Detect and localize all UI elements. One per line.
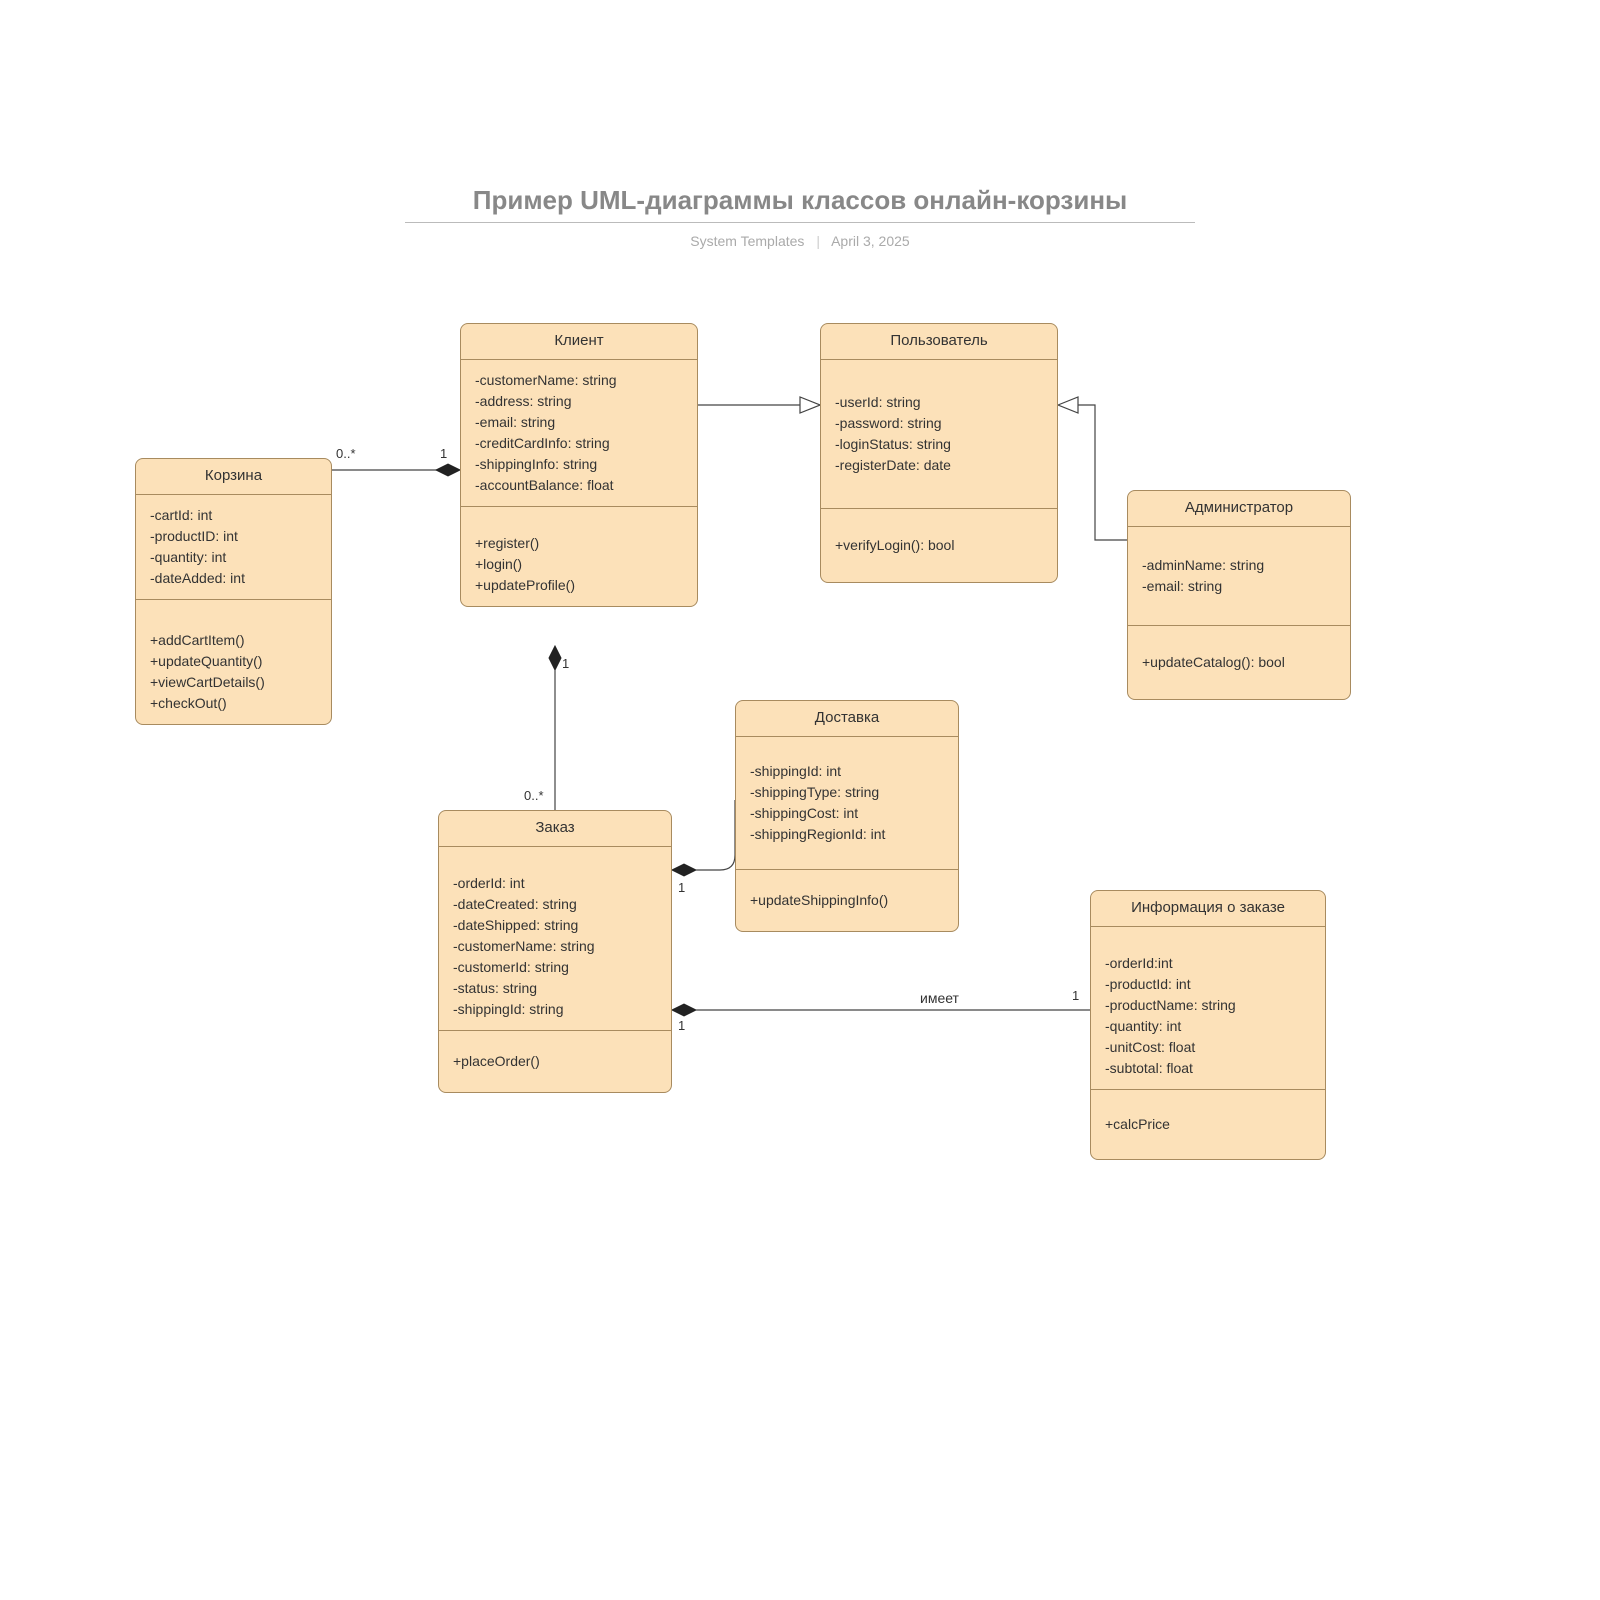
class-order: Заказ -orderId: int -dateCreated: string…	[438, 810, 672, 1093]
class-customer-name: Клиент	[461, 324, 697, 360]
class-order-name: Заказ	[439, 811, 671, 847]
class-customer: Клиент -customerName: string -address: s…	[460, 323, 698, 607]
mult-customer-order-bottom: 0..*	[524, 788, 544, 803]
class-user-attrs: -userId: string -password: string -login…	[821, 360, 1057, 509]
class-orderinfo-name: Информация о заказе	[1091, 891, 1325, 927]
mult-order-info-info: 1	[1072, 988, 1079, 1003]
mult-order-info-order: 1	[678, 1018, 685, 1033]
subtitle-date: April 3, 2025	[831, 233, 910, 249]
class-cart-ops: +addCartItem() +updateQuantity() +viewCa…	[136, 600, 331, 724]
class-orderinfo-ops: +calcPrice	[1091, 1090, 1325, 1159]
class-shipping: Доставка -shippingId: int -shippingType:…	[735, 700, 959, 932]
mult-customer-order-top: 1	[562, 656, 569, 671]
subtitle-separator: |	[816, 233, 820, 249]
class-orderinfo-attrs: -orderId:int -productId: int -productNam…	[1091, 927, 1325, 1090]
subtitle-author: System Templates	[690, 233, 804, 249]
class-order-attrs: -orderId: int -dateCreated: string -date…	[439, 847, 671, 1031]
class-user-ops: +verifyLogin(): bool	[821, 509, 1057, 582]
class-shipping-name: Доставка	[736, 701, 958, 737]
class-orderinfo: Информация о заказе -orderId:int -produc…	[1090, 890, 1326, 1160]
mult-customer-side: 1	[440, 446, 447, 461]
class-shipping-attrs: -shippingId: int -shippingType: string -…	[736, 737, 958, 870]
class-cart-attrs: -cartId: int -productID: int -quantity: …	[136, 495, 331, 600]
class-admin-ops: +updateCatalog(): bool	[1128, 626, 1350, 699]
edge-label-has: имеет	[920, 990, 959, 1006]
diagram-title: Пример UML-диаграммы классов онлайн-корз…	[0, 185, 1600, 222]
class-order-ops: +placeOrder()	[439, 1031, 671, 1092]
class-customer-attrs: -customerName: string -address: string -…	[461, 360, 697, 507]
class-customer-ops: +register() +login() +updateProfile()	[461, 507, 697, 606]
class-user: Пользователь -userId: string -password: …	[820, 323, 1058, 583]
class-admin: Администратор -adminName: string -email:…	[1127, 490, 1351, 700]
class-cart-name: Корзина	[136, 459, 331, 495]
class-admin-attrs: -adminName: string -email: string	[1128, 527, 1350, 626]
class-admin-name: Администратор	[1128, 491, 1350, 527]
mult-cart-side: 0..*	[336, 446, 356, 461]
mult-order-shipping-order: 1	[678, 880, 685, 895]
diagram-subtitle: System Templates | April 3, 2025	[0, 233, 1600, 249]
class-shipping-ops: +updateShippingInfo()	[736, 870, 958, 931]
diagram-header: Пример UML-диаграммы классов онлайн-корз…	[0, 185, 1600, 249]
title-underline	[405, 222, 1195, 223]
class-cart: Корзина -cartId: int -productID: int -qu…	[135, 458, 332, 725]
class-user-name: Пользователь	[821, 324, 1057, 360]
